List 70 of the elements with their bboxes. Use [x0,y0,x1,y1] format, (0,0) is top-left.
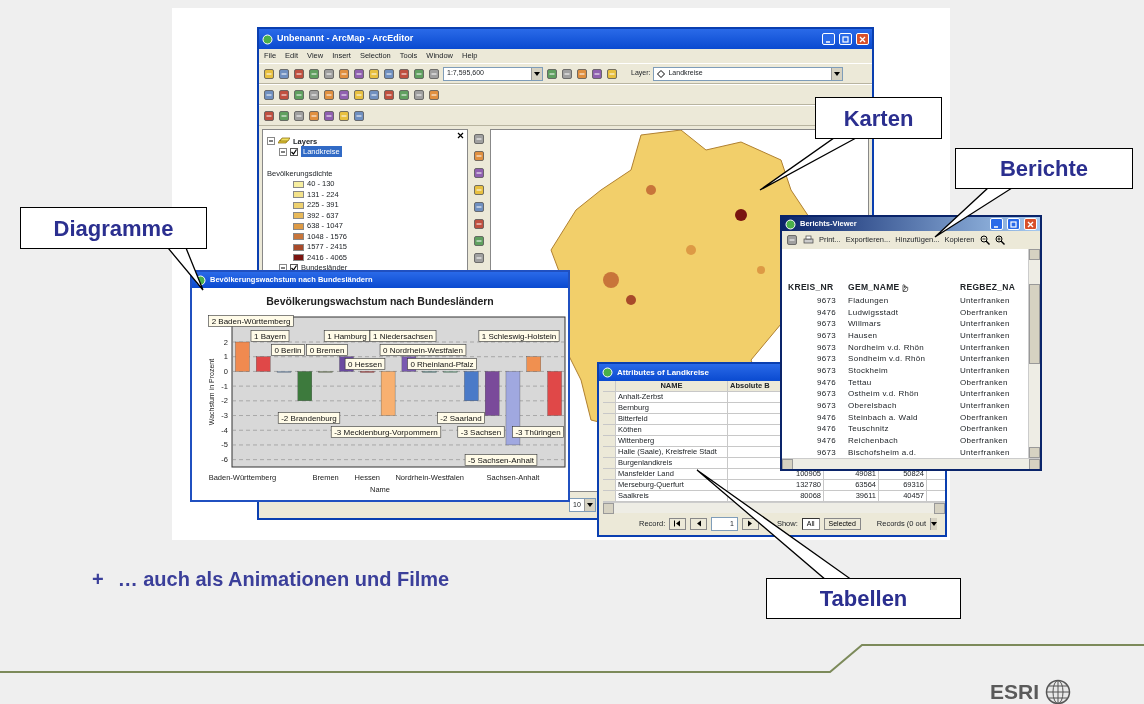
data-label: -3 Mecklenburg-Vorpommern [330,426,442,438]
table-cell-text: Hausen [848,329,879,342]
data-label: 0 Berlin [271,344,305,356]
window-title: Attributes of Landkreise [617,366,709,379]
table-cell: Oberfranken [960,423,1008,436]
data-label: 1 Hamburg [323,330,371,342]
data-label: 1 Niedersachsen [369,330,437,342]
table-cell-text: 9476 [816,306,837,319]
table-cell: Unterfranken [960,400,1010,413]
table-cell-text: 9673 [816,318,837,331]
table-cell: Unterfranken [960,388,1010,401]
data-label: 0 Hessen [344,358,386,370]
table-cell-text: 9673 [816,400,837,413]
table-cell: Unterfranken [960,446,1010,459]
data-label: -2 Saarland [437,412,485,424]
table-cell-text: 9476 [816,435,837,448]
logo-text: ESRI [990,679,1039,704]
table-cell-text: 9673 [816,446,837,459]
data-label: -3 Thüringen [512,426,564,438]
bullet-text: … auch als Animationen und Filme [117,567,450,592]
table-cell-text: Stockheim [848,364,890,377]
table-cell-text: Sondheim v.d. Rhön [848,353,927,366]
table-cell: Oberfranken [960,306,1008,319]
table-cell-text: 9673 [816,364,837,377]
column-header: KREIS_NR [788,280,835,294]
table-cell-text: Reichenbach [848,435,899,448]
data-label: 0 Rheinland-Pfalz [407,358,477,370]
table-cell-text: 9476 [816,376,837,389]
table-cell: Unterfranken [960,353,1010,366]
window-title: Unbenannt - ArcMap - ArcEditor [277,32,414,46]
table-cell: Unterfranken [960,341,1010,354]
bullet-marker: + [92,567,104,592]
callout-label: Berichte [955,148,1133,189]
table-cell-text: Oberelsbach [848,400,898,413]
data-label: -2 Brandenburg [277,412,341,424]
column-header: GEM_NAME [848,280,900,294]
table-cell-text: Ludwigsstadt [848,306,900,319]
table-cell-text: 9673 [816,294,837,307]
data-label: 2 Baden-Württemberg [208,315,294,327]
table-cell-text: Fladungen [848,294,890,307]
table-cell-text: 9476 [816,423,837,436]
table-cell: Oberfranken [960,435,1008,448]
data-label: -3 Sachsen [457,426,505,438]
table-cell-text: 9673 [816,341,837,354]
data-label: 0 Bremen [306,344,348,356]
data-label: 0 Nordrhein-Westfalen [379,344,467,356]
table-cell-text: Nordheim v.d. Rhön [848,341,925,354]
table-cell-text: Tettau [848,376,873,389]
data-label: 1 Schleswig-Holstein [478,330,560,342]
table-cell-text: Bischofsheim a.d. [848,446,918,459]
table-cell: Unterfranken [960,294,1010,307]
table-cell-text: Ostheim v.d. Rhön [848,388,920,401]
chart-title: Bevölkerungswachstum nach Bundesländern [266,294,494,309]
callout-label: Tabellen [766,578,961,619]
table-cell: Unterfranken [960,329,1010,342]
table-cell: Oberfranken [960,376,1008,389]
table-cell: Unterfranken [960,318,1010,331]
table-cell-text: Steinbach a. Wald [848,411,919,424]
table-cell-text: 9673 [816,329,837,342]
column-header: REGBEZ_NA [960,280,1016,294]
data-label: -5 Sachsen-Anhalt [464,454,538,466]
table-cell-text: Teuschnitz [848,423,890,436]
table-cell: Oberfranken [960,411,1008,424]
data-label: 1 Bayern [250,330,290,342]
table-cell: Unterfranken [960,364,1010,377]
callout-label: Karten [815,97,942,139]
table-cell-text: Willmars [848,318,883,331]
table-cell-text: 9476 [816,411,837,424]
table-cell-text: 9673 [816,353,837,366]
table-cell-text: 9673 [816,388,837,401]
